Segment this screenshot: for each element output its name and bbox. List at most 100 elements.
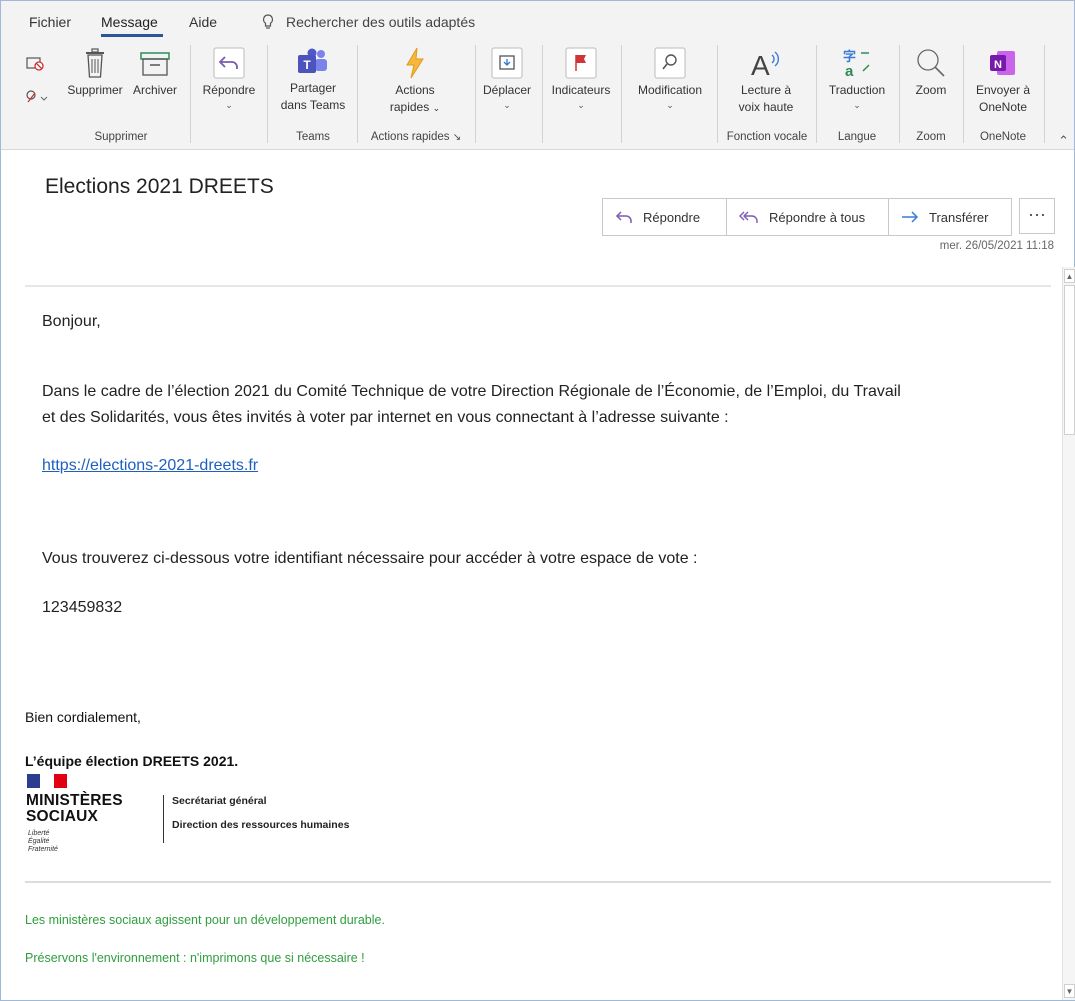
reply-icon [213, 47, 245, 79]
flags-label: Indicateurs [551, 83, 611, 97]
footer-divider [25, 881, 1051, 883]
tab-message[interactable]: Message [101, 14, 158, 30]
read-aloud-label-line1: Lecture à [740, 83, 792, 97]
message-actions: Répondre Répondre à tous Transférer [602, 198, 1012, 236]
message-subject: Elections 2021 DREETS [45, 175, 274, 198]
reply-label: Répondre [643, 209, 701, 225]
tab-aide[interactable]: Aide [189, 14, 217, 30]
ignore-icon [26, 57, 44, 71]
onenote-label-line1: Envoyer à [975, 83, 1031, 97]
lightning-icon [406, 47, 424, 79]
chevron-down-icon: ⌄ [577, 100, 585, 110]
reply-all-button[interactable]: Répondre à tous [727, 199, 889, 235]
header-divider [25, 285, 1051, 287]
quick-actions-label-line2: rapides [389, 100, 430, 114]
more-actions-button[interactable]: ··· [1019, 198, 1055, 234]
dept-rh: Direction des ressources humaines [172, 819, 350, 831]
ribbon-separator [899, 45, 900, 143]
scroll-down-icon[interactable]: ▼ [1064, 984, 1075, 998]
group-label-supprimer: Supprimer [94, 131, 148, 143]
collapse-ribbon-icon[interactable]: ⌃ [1058, 133, 1069, 149]
zoom-label: Zoom [915, 83, 947, 97]
body-paragraph-line2: et des Solidarités, vous êtes invités à … [42, 409, 729, 426]
forward-label: Transférer [929, 209, 989, 225]
scrollbar-thumb[interactable] [1064, 285, 1075, 435]
ribbon-separator [475, 45, 476, 143]
read-aloud-button[interactable]: A Lecture à voix haute [723, 47, 809, 116]
body-paragraph-line1: Dans le cadre de l’élection 2021 du Comi… [42, 383, 901, 400]
footer-print-notice: Préservons l'environnement : n'imprimons… [25, 951, 365, 965]
teams-label-line2: dans Teams [280, 98, 346, 112]
ribbon-separator [1044, 45, 1045, 143]
translate-button[interactable]: 字a Traduction ⌄ [821, 47, 893, 114]
flag-icon [565, 47, 597, 79]
search-icon [654, 47, 686, 79]
svg-text:N: N [994, 59, 1002, 71]
dept-secretariat: Secrétariat général [172, 795, 267, 807]
ribbon-separator [190, 45, 191, 143]
dialog-launcher-icon[interactable]: ↘ [453, 132, 461, 143]
quick-actions-group-label: Actions rapides [370, 131, 450, 143]
ministry-logo-text: MINISTÈRES SOCIAUX [26, 793, 123, 825]
group-label-voice: Fonction vocale [726, 131, 808, 143]
tab-fichier[interactable]: Fichier [29, 14, 71, 30]
lightbulb-icon [262, 14, 274, 29]
magnifier-icon [917, 49, 945, 77]
group-label-onenote: OneNote [979, 131, 1027, 143]
forward-button[interactable]: Transférer [889, 199, 1011, 235]
read-aloud-icon: A [751, 50, 779, 79]
active-tab-indicator [101, 34, 163, 37]
group-label-zoom: Zoom [916, 131, 946, 143]
closing: Bien cordialement, [25, 709, 141, 725]
svg-text:T: T [303, 58, 311, 72]
footer-sustainability: Les ministères sociaux agissent pour un … [25, 913, 385, 927]
forward-arrow-icon [902, 211, 919, 223]
flags-button[interactable]: Indicateurs ⌄ [546, 47, 616, 114]
identifier-intro: Vous trouverez ci-dessous votre identifi… [42, 550, 698, 567]
reply-ribbon-button[interactable]: Répondre ⌄ [197, 47, 261, 114]
scroll-up-icon[interactable]: ▲ [1064, 269, 1075, 283]
vertical-scrollbar[interactable]: ▲ ▼ [1062, 267, 1075, 1000]
chevron-down-icon: ⌄ [503, 100, 511, 110]
quick-actions-label-line1: Actions [395, 83, 435, 97]
onenote-icon: N [990, 51, 1015, 75]
ribbon: Supprimer Archiver Supprimer Répondre ⌄ … [1, 39, 1074, 150]
group-label-language: Langue [837, 131, 877, 143]
search-tools-label: Rechercher des outils adaptés [286, 14, 476, 30]
delete-button[interactable]: Supprimer [61, 47, 129, 99]
search-tools[interactable]: Rechercher des outils adaptés [262, 14, 475, 30]
reply-all-icon [739, 211, 758, 223]
move-button[interactable]: Déplacer ⌄ [479, 47, 535, 114]
greeting: Bonjour, [42, 313, 101, 330]
editing-button[interactable]: Modification ⌄ [629, 47, 711, 114]
archive-button[interactable]: Archiver [129, 47, 181, 99]
archive-label: Archiver [132, 83, 177, 97]
teams-icon: T [298, 48, 327, 73]
ribbon-separator [816, 45, 817, 143]
delete-label: Supprimer [67, 83, 123, 97]
ribbon-separator [621, 45, 622, 143]
ribbon-separator [267, 45, 268, 143]
chevron-down-icon: ⌄ [853, 100, 861, 110]
reply-all-label: Répondre à tous [769, 209, 866, 225]
send-to-onenote-button[interactable]: N Envoyer à OneNote [967, 47, 1039, 116]
ribbon-separator [542, 45, 543, 143]
ignore-button[interactable] [25, 55, 45, 76]
move-icon [491, 47, 523, 79]
chevron-down-icon: ⌄ [432, 103, 441, 113]
clean-up-button[interactable] [25, 89, 49, 110]
ribbon-separator [717, 45, 718, 143]
reply-ribbon-label: Répondre [202, 83, 256, 97]
share-teams-button[interactable]: T Partager dans Teams [273, 47, 353, 114]
quick-actions-button[interactable]: Actions rapides ⌄ [373, 47, 457, 117]
group-label-teams: Teams [296, 131, 330, 143]
svg-text:a: a [845, 63, 854, 79]
translate-label: Traduction [828, 83, 886, 97]
signature-team: L’équipe élection DREETS 2021. [25, 753, 239, 769]
vote-link[interactable]: https://elections-2021-dreets.fr [42, 457, 258, 475]
onenote-label-line2: OneNote [978, 100, 1028, 114]
zoom-button[interactable]: Zoom [905, 47, 957, 99]
ribbon-separator [357, 45, 358, 143]
translate-icon: 字a [843, 49, 870, 79]
reply-button[interactable]: Répondre [603, 199, 727, 235]
